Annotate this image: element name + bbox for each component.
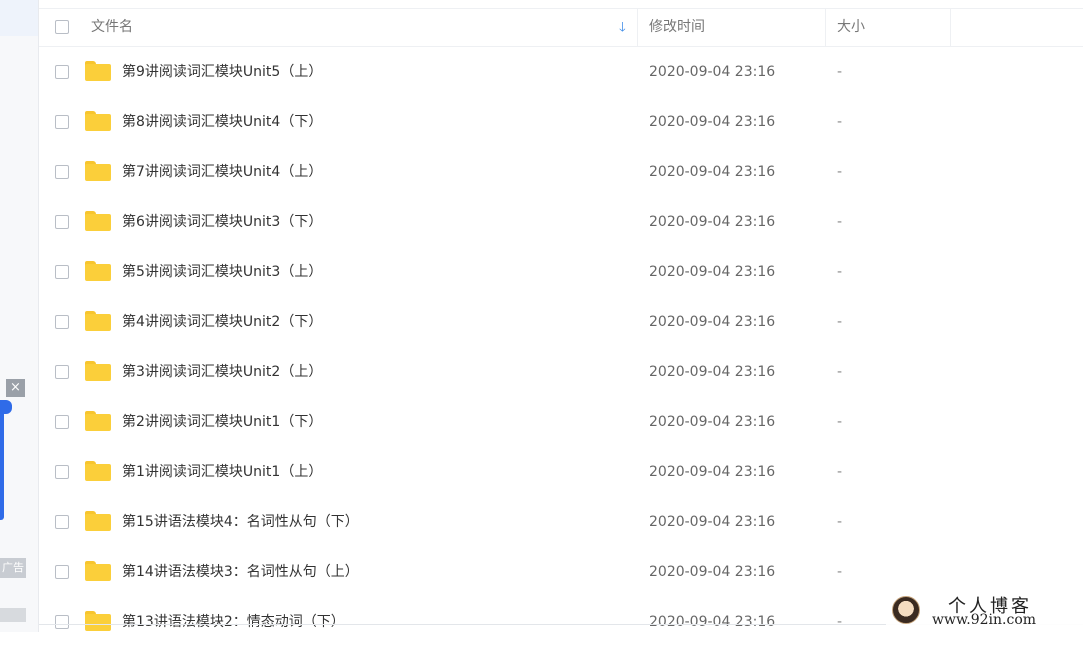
watermark-url: www.92in.com <box>932 612 1037 628</box>
column-header-modified[interactable]: 修改时间 <box>649 9 705 46</box>
file-row[interactable]: 第8讲阅读词汇模块Unit4（下） 2020-09-04 23:16 - <box>39 97 1083 147</box>
file-size: - <box>837 314 843 330</box>
file-row[interactable]: 第7讲阅读词汇模块Unit4（上） 2020-09-04 23:16 - <box>39 147 1083 197</box>
row-checkbox[interactable] <box>55 515 69 529</box>
file-name[interactable]: 第14讲语法模块3：名词性从句（上） <box>122 547 359 597</box>
row-checkbox[interactable] <box>55 465 69 479</box>
file-row[interactable]: 第5讲阅读词汇模块Unit3（上） 2020-09-04 23:16 - <box>39 247 1083 297</box>
column-header-name[interactable]: 文件名 <box>91 9 133 46</box>
file-row[interactable]: 第15讲语法模块4：名词性从句（下） 2020-09-04 23:16 - <box>39 497 1083 547</box>
folder-icon <box>85 461 111 481</box>
folder-icon <box>85 361 111 381</box>
file-modified: 2020-09-04 23:16 <box>649 614 776 630</box>
folder-icon <box>85 561 111 581</box>
file-modified: 2020-09-04 23:16 <box>649 514 776 530</box>
file-size: - <box>837 614 843 630</box>
file-modified: 2020-09-04 23:16 <box>649 114 776 130</box>
file-name[interactable]: 第7讲阅读词汇模块Unit4（上） <box>122 147 322 197</box>
sidebar-bottom-bar <box>0 608 26 622</box>
folder-icon <box>85 411 111 431</box>
row-checkbox[interactable] <box>55 215 69 229</box>
file-name[interactable]: 第13讲语法模块2：情态动词（下） <box>122 597 345 647</box>
blog-watermark: 个人博客 www.92in.com <box>886 590 1083 632</box>
file-modified: 2020-09-04 23:16 <box>649 64 776 80</box>
file-list-panel: 文件名 🡓 修改时间 大小 第9讲阅读词汇模块Unit5（上） 2020-09-… <box>39 0 1083 632</box>
ad-close-button[interactable]: × <box>6 379 25 397</box>
file-name[interactable]: 第4讲阅读词汇模块Unit2（下） <box>122 297 322 347</box>
select-all-checkbox[interactable] <box>55 20 69 34</box>
folder-icon <box>85 111 111 131</box>
file-modified: 2020-09-04 23:16 <box>649 464 776 480</box>
sidebar-selected-item[interactable] <box>0 0 38 36</box>
row-checkbox[interactable] <box>55 265 69 279</box>
row-checkbox[interactable] <box>55 115 69 129</box>
file-size: - <box>837 264 843 280</box>
row-checkbox[interactable] <box>55 315 69 329</box>
column-divider[interactable] <box>950 9 951 46</box>
file-size: - <box>837 364 843 380</box>
file-modified: 2020-09-04 23:16 <box>649 314 776 330</box>
file-row[interactable]: 第9讲阅读词汇模块Unit5（上） 2020-09-04 23:16 - <box>39 47 1083 97</box>
file-row[interactable]: 第1讲阅读词汇模块Unit1（上） 2020-09-04 23:16 - <box>39 447 1083 497</box>
row-checkbox[interactable] <box>55 615 69 629</box>
file-size: - <box>837 514 843 530</box>
file-size: - <box>837 114 843 130</box>
ad-banner[interactable] <box>0 400 4 520</box>
file-size: - <box>837 564 843 580</box>
file-size: - <box>837 464 843 480</box>
file-name[interactable]: 第3讲阅读词汇模块Unit2（上） <box>122 347 322 397</box>
file-modified: 2020-09-04 23:16 <box>649 214 776 230</box>
file-size: - <box>837 164 843 180</box>
column-divider[interactable] <box>637 9 638 46</box>
folder-icon <box>85 211 111 231</box>
file-name[interactable]: 第15讲语法模块4：名词性从句（下） <box>122 497 359 547</box>
file-name[interactable]: 第9讲阅读词汇模块Unit5（上） <box>122 47 322 97</box>
ad-banner-handle[interactable] <box>0 400 12 414</box>
folder-icon <box>85 511 111 531</box>
file-name[interactable]: 第2讲阅读词汇模块Unit1（下） <box>122 397 322 447</box>
file-modified: 2020-09-04 23:16 <box>649 564 776 580</box>
file-modified: 2020-09-04 23:16 <box>649 264 776 280</box>
file-row[interactable]: 第4讲阅读词汇模块Unit2（下） 2020-09-04 23:16 - <box>39 297 1083 347</box>
file-row[interactable]: 第2讲阅读词汇模块Unit1（下） 2020-09-04 23:16 - <box>39 397 1083 447</box>
file-name[interactable]: 第5讲阅读词汇模块Unit3（上） <box>122 247 322 297</box>
folder-icon <box>85 611 111 631</box>
file-row[interactable]: 第3讲阅读词汇模块Unit2（上） 2020-09-04 23:16 - <box>39 347 1083 397</box>
file-name[interactable]: 第8讲阅读词汇模块Unit4（下） <box>122 97 322 147</box>
row-checkbox[interactable] <box>55 415 69 429</box>
file-modified: 2020-09-04 23:16 <box>649 164 776 180</box>
folder-icon <box>85 261 111 281</box>
folder-icon <box>85 161 111 181</box>
file-row[interactable]: 第6讲阅读词汇模块Unit3（下） 2020-09-04 23:16 - <box>39 197 1083 247</box>
file-name[interactable]: 第6讲阅读词汇模块Unit3（下） <box>122 197 322 247</box>
ad-label: 广告 <box>0 558 26 578</box>
folder-icon <box>85 311 111 331</box>
file-modified: 2020-09-04 23:16 <box>649 414 776 430</box>
row-checkbox[interactable] <box>55 365 69 379</box>
file-size: - <box>837 214 843 230</box>
row-checkbox[interactable] <box>55 65 69 79</box>
file-name[interactable]: 第1讲阅读词汇模块Unit1（上） <box>122 447 322 497</box>
folder-icon <box>85 61 111 81</box>
row-checkbox[interactable] <box>55 565 69 579</box>
blog-logo-icon <box>892 596 920 624</box>
file-modified: 2020-09-04 23:16 <box>649 364 776 380</box>
arrow-down-icon[interactable]: 🡓 <box>619 21 626 35</box>
file-size: - <box>837 64 843 80</box>
file-list-header: 文件名 🡓 修改时间 大小 <box>39 9 1083 47</box>
column-header-size[interactable]: 大小 <box>837 9 865 46</box>
file-size: - <box>837 414 843 430</box>
left-sidebar: × 广告 <box>0 0 39 632</box>
row-checkbox[interactable] <box>55 165 69 179</box>
column-divider[interactable] <box>825 9 826 46</box>
